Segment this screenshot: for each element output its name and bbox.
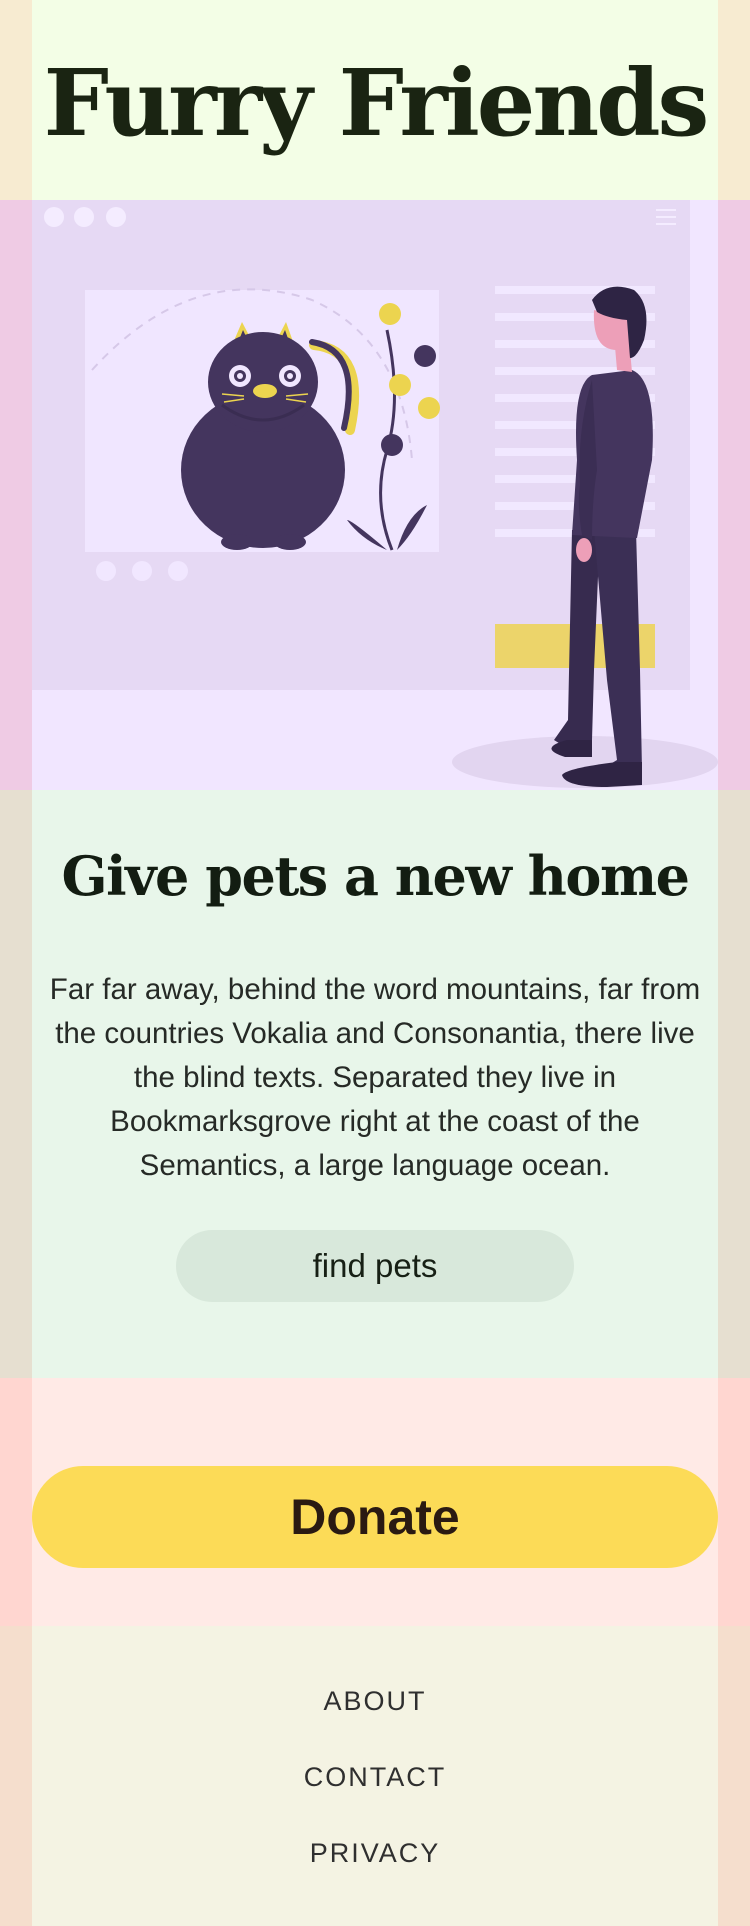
intro-inner: Give pets a new home Far far away, behin…	[32, 790, 718, 1378]
donate-section: Donate	[0, 1378, 750, 1626]
hero-illustration	[32, 200, 718, 790]
intro-gutter-right	[718, 790, 750, 1378]
donate-button[interactable]: Donate	[32, 1466, 718, 1568]
footer-gutter-left	[0, 1626, 32, 1926]
intro-paragraph: Far far away, behind the word mountains,…	[49, 973, 701, 1182]
footer-link-contact[interactable]: CONTACT	[32, 1762, 718, 1793]
hero-illustration-svg	[32, 200, 718, 788]
donate-gutter-right	[718, 1378, 750, 1626]
footer-gutter-right	[718, 1626, 750, 1926]
header-inner: Furry Friends	[32, 0, 718, 200]
intro-gutter-left	[0, 790, 32, 1378]
footer-link-about[interactable]: ABOUT	[32, 1686, 718, 1717]
pager-dot-icon	[132, 561, 152, 581]
footer-link-privacy[interactable]: PRIVACY	[32, 1838, 718, 1869]
header-gutter-left	[0, 0, 32, 200]
site-header: Furry Friends	[0, 0, 750, 200]
intro-section: Give pets a new home Far far away, behin…	[0, 790, 750, 1378]
window-dot-icon	[44, 207, 64, 227]
intro-heading: Give pets a new home	[61, 844, 690, 908]
window-dot-icon	[106, 207, 126, 227]
hero-section	[0, 200, 750, 790]
window-dot-icon	[74, 207, 94, 227]
header-gutter-right	[718, 0, 750, 200]
footer-inner: ABOUT CONTACT PRIVACY	[32, 1626, 718, 1926]
donate-gutter-left	[0, 1378, 32, 1626]
find-pets-button[interactable]: find pets	[176, 1230, 574, 1302]
hero-gutter-left	[0, 200, 32, 790]
pager-dot-icon	[168, 561, 188, 581]
site-footer: ABOUT CONTACT PRIVACY	[0, 1626, 750, 1926]
hero-gutter-right	[718, 200, 750, 790]
pager-dot-icon	[96, 561, 116, 581]
site-title: Furry Friends	[43, 49, 710, 157]
